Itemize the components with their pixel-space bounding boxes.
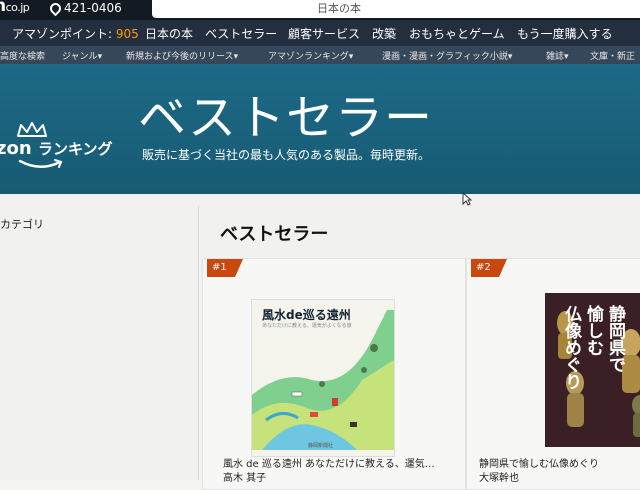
- book-cover-1[interactable]: 風水de巡る遠州 あなただけに教える、運気がよくなる旅 静岡新聞社: [251, 299, 395, 457]
- subnav-amazon-ranking[interactable]: アマゾンランキング▾: [268, 49, 353, 62]
- category-heading: カテゴリ: [0, 218, 44, 231]
- chevron-down-icon: ▾: [507, 52, 513, 62]
- subnav-manga-label: 漫画・漫画・グラフィック小説: [382, 52, 508, 62]
- nav-item-home-improvement[interactable]: 改築: [372, 25, 396, 42]
- rank-badge: #1: [207, 259, 243, 277]
- delivery-location[interactable]: 421-0406: [47, 0, 122, 16]
- cover-map-illustration: [252, 310, 394, 450]
- book-cover-2[interactable]: 仏像めぐり 愉しむ 静岡県で: [545, 293, 640, 447]
- product-author[interactable]: 高木 其子: [223, 469, 266, 484]
- top-header: nco.jp 421-0406 日本の本: [0, 0, 640, 20]
- chevron-down-icon: ▾: [97, 52, 103, 62]
- search-input[interactable]: 日本の本: [152, 0, 640, 18]
- brand-fragment: zon: [0, 138, 32, 159]
- subnav-genre-label: ジャンル: [62, 52, 98, 62]
- nav-item-customer-service[interactable]: 顧客サービス: [288, 25, 360, 42]
- sidebar-divider: [198, 206, 199, 480]
- main-nav: アマゾンポイント: 905 日本の本 ベストセラー 顧客サービス 改築 おもちゃ…: [0, 20, 640, 46]
- subnav-manga[interactable]: 漫画・漫画・グラフィック小説▾: [382, 49, 512, 62]
- delivery-postcode: 421-0406: [64, 1, 122, 15]
- subnav-advanced-search[interactable]: 高度な検索: [0, 49, 45, 62]
- product-title[interactable]: 風水 de 巡る遠州 あなただけに教える、運気…: [223, 455, 435, 470]
- points-label: アマゾンポイント:: [12, 27, 113, 41]
- section-title: ベストセラー: [220, 224, 329, 245]
- nav-item-buy-again[interactable]: もう一度購入する: [517, 25, 613, 42]
- points-link[interactable]: アマゾンポイント: 905: [12, 25, 139, 42]
- product-card-2[interactable]: #2 仏像めぐり 愉しむ 静岡県で 静岡県で愉しむ仏像めぐり 大塚幹也: [466, 258, 640, 490]
- subnav-magazines[interactable]: 雑誌▾: [546, 49, 569, 62]
- mouse-cursor-icon: [462, 192, 472, 206]
- crown-icon: [17, 122, 47, 137]
- cover-publisher: 静岡新聞社: [308, 443, 334, 449]
- chevron-down-icon: ▾: [233, 52, 239, 62]
- main-content: カテゴリ ベストセラー #1 風水de巡る遠州 あなただけに教える、運気がよくな…: [0, 194, 640, 490]
- rank-badge: #2: [471, 259, 507, 277]
- subnav-magazines-label: 雑誌: [546, 52, 565, 62]
- amazon-smile-icon: [18, 159, 63, 168]
- subnav-new-releases[interactable]: 新規および今後のリリース▾: [126, 49, 238, 62]
- chevron-down-icon: ▾: [348, 52, 354, 62]
- subnav-genre[interactable]: ジャンル▾: [62, 49, 102, 62]
- banner-subtitle: 販売に基づく当社の最も人気のある製品。毎時更新。: [142, 148, 431, 162]
- subnav-amazon-ranking-label: アマゾンランキング: [268, 52, 349, 62]
- chevron-down-icon: ▾: [564, 52, 569, 62]
- cover-line-1: 静岡県で: [605, 305, 625, 373]
- subnav-bunko[interactable]: 文庫・新正: [590, 49, 635, 62]
- ranking-label: ランキング: [37, 140, 113, 158]
- logo-domain: co.jp: [5, 1, 30, 14]
- product-title[interactable]: 静岡県で愉しむ仏像めぐり: [479, 455, 599, 470]
- product-card-1[interactable]: #1 風水de巡る遠州 あなただけに教える、運気がよくなる旅 静岡新聞社 風水 …: [202, 258, 466, 490]
- amazon-ranking-brand: zon ランキング: [0, 138, 113, 159]
- nav-item-bestsellers[interactable]: ベストセラー: [205, 25, 277, 42]
- search-category: 日本の本: [317, 2, 361, 15]
- points-value: 905: [115, 27, 139, 41]
- banner-title: ベストセラー: [138, 90, 433, 146]
- amazon-logo[interactable]: nco.jp: [0, 0, 30, 16]
- sub-nav: 高度な検索 ジャンル▾ 新規および今後のリリース▾ アマゾンランキング▾ 漫画・…: [0, 46, 640, 64]
- product-author[interactable]: 大塚幹也: [479, 469, 519, 484]
- nav-item-toys-games[interactable]: おもちゃとゲーム: [409, 25, 505, 42]
- location-pin-icon: [47, 0, 64, 16]
- nav-item-japanese-books[interactable]: 日本の本: [145, 25, 193, 42]
- subnav-new-releases-label: 新規および今後のリリース: [126, 52, 234, 62]
- bestseller-banner: zon ランキング ベストセラー 販売に基づく当社の最も人気のある製品。毎時更新…: [0, 64, 640, 194]
